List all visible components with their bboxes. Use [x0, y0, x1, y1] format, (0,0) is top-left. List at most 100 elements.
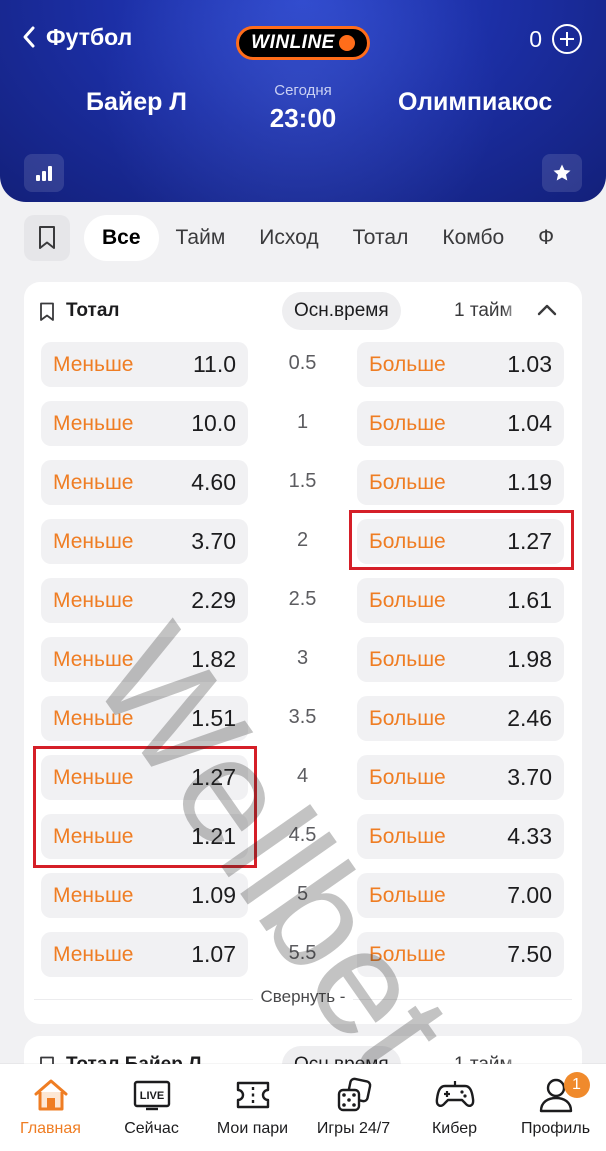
live-icon: LIVE — [132, 1076, 172, 1114]
under-odd-button[interactable]: Меньше 4.60 — [41, 460, 248, 505]
over-odd-button[interactable]: Больше 4.33 — [357, 814, 564, 859]
total-line: 5.5 — [288, 942, 317, 964]
plus-circle-icon[interactable] — [552, 24, 582, 54]
nav-games[interactable]: Игры 24/7 — [304, 1076, 404, 1138]
total-line: 4 — [296, 765, 309, 787]
dice-icon — [334, 1076, 374, 1114]
under-label: Меньше — [53, 352, 134, 376]
odds-row: Меньше 1.82 3 Больше 1.98 — [24, 635, 582, 694]
over-odd-value: 1.61 — [507, 587, 552, 613]
over-odd-button[interactable]: Больше 7.00 — [357, 873, 564, 918]
over-label: Больше — [369, 883, 446, 907]
nav-label-games: Игры 24/7 — [316, 1120, 391, 1137]
over-odd-button[interactable]: Больше 1.19 — [357, 460, 564, 505]
nav-cyber[interactable]: Кибер — [405, 1076, 505, 1138]
collapse-button[interactable]: Свернуть - — [24, 987, 582, 1007]
under-odd-value: 1.27 — [191, 764, 236, 790]
under-odd-value: 2.29 — [191, 587, 236, 613]
stats-button[interactable] — [24, 154, 64, 192]
over-odd-value: 1.19 — [507, 469, 552, 495]
over-label: Больше — [369, 824, 446, 848]
chevron-up-icon[interactable] — [536, 302, 558, 318]
over-odd-value: 7.50 — [507, 941, 552, 967]
over-odd-button[interactable]: Больше 1.61 — [357, 578, 564, 623]
home-icon — [31, 1076, 71, 1114]
over-odd-value: 1.27 — [507, 528, 552, 554]
over-odd-button[interactable]: Больше 1.27 — [357, 519, 564, 564]
odds-row: Меньше 2.29 2.5 Больше 1.61 — [24, 576, 582, 635]
under-odd-value: 11.0 — [192, 351, 236, 377]
market-card-total: Тотал Осн.время 1 тайм Меньше 11.0 0.5 Боль… — [24, 282, 582, 1024]
over-odd-value: 3.70 — [507, 764, 552, 790]
over-odd-value: 1.03 — [507, 351, 552, 377]
over-label: Больше — [369, 942, 446, 966]
period-first-half[interactable]: 1 тайм — [454, 300, 524, 322]
over-odd-button[interactable]: Больше 3.70 — [357, 755, 564, 800]
period-main-time[interactable]: Осн.время — [282, 292, 401, 330]
over-label: Больше — [369, 529, 446, 553]
total-line: 2.5 — [288, 588, 317, 610]
total-line: 3.5 — [288, 706, 317, 728]
coupon-counter[interactable]: 0 — [529, 24, 582, 54]
under-odd-button[interactable]: Меньше 1.07 — [41, 932, 248, 977]
team-away: Олимпиакос — [398, 88, 553, 116]
total-line: 1 — [296, 411, 309, 433]
under-odd-button[interactable]: Меньше 1.09 — [41, 873, 248, 918]
tab-handicap[interactable]: Ф — [521, 215, 571, 261]
logo-text: WINLINE — [251, 32, 335, 53]
under-odd-button[interactable]: Меньше 11.0 — [41, 342, 248, 387]
under-label: Меньше — [53, 824, 134, 848]
nav-profile[interactable]: 1 Профиль — [506, 1072, 606, 1138]
under-odd-value: 4.60 — [191, 469, 236, 495]
over-odd-button[interactable]: Больше 2.46 — [357, 696, 564, 741]
over-odd-button[interactable]: Больше 1.04 — [357, 401, 564, 446]
bottom-nav: Главная LIVE Сейчас Мои пари Игры 24/7 К… — [0, 1064, 606, 1151]
over-label: Больше — [369, 352, 446, 376]
under-odd-value: 3.70 — [191, 528, 236, 554]
total-line: 4.5 — [288, 824, 317, 846]
gamepad-icon — [435, 1076, 475, 1114]
tab-outcome[interactable]: Исход — [242, 215, 335, 261]
over-label: Больше — [369, 706, 446, 730]
under-label: Меньше — [53, 883, 134, 907]
nav-my-bets[interactable]: Мои пари — [203, 1076, 303, 1138]
odds-row: Меньше 4.60 1.5 Больше 1.19 — [24, 458, 582, 517]
bookmark-icon — [39, 226, 55, 249]
back-button[interactable]: Футбол — [20, 22, 132, 52]
over-label: Больше — [369, 588, 446, 612]
under-odd-button[interactable]: Меньше 1.21 — [41, 814, 248, 859]
over-odd-value: 7.00 — [507, 882, 552, 908]
over-odd-button[interactable]: Больше 1.03 — [357, 342, 564, 387]
odds-row: Меньше 1.09 5 Больше 7.00 — [24, 871, 582, 930]
under-odd-button[interactable]: Меньше 1.82 — [41, 637, 248, 682]
tab-all[interactable]: Все — [84, 215, 159, 261]
odds-row: Меньше 1.07 5.5 Больше 7.50 — [24, 930, 582, 989]
under-label: Меньше — [53, 942, 134, 966]
total-line: 5 — [296, 883, 309, 905]
tab-half[interactable]: Тайм — [159, 215, 243, 261]
saved-markets-button[interactable] — [24, 215, 70, 261]
under-label: Меньше — [53, 529, 134, 553]
collapse-label: Свернуть - — [252, 987, 354, 1006]
nav-live[interactable]: LIVE Сейчас — [102, 1076, 202, 1138]
over-odd-button[interactable]: Больше 1.98 — [357, 637, 564, 682]
under-odd-button[interactable]: Меньше 10.0 — [41, 401, 248, 446]
under-odd-button[interactable]: Меньше 3.70 — [41, 519, 248, 564]
under-odd-button[interactable]: Меньше 1.27 — [41, 755, 248, 800]
nav-home[interactable]: Главная — [1, 1076, 101, 1138]
favorite-button[interactable] — [542, 154, 582, 192]
bookmark-icon[interactable] — [38, 302, 56, 322]
under-odd-button[interactable]: Меньше 2.29 — [41, 578, 248, 623]
tab-total[interactable]: Тотал — [336, 215, 426, 261]
under-odd-button[interactable]: Меньше 1.51 — [41, 696, 248, 741]
under-label: Меньше — [53, 411, 134, 435]
star-icon — [553, 164, 571, 181]
under-odd-value: 1.21 — [191, 823, 236, 849]
over-odd-value: 1.04 — [507, 410, 552, 436]
under-label: Меньше — [53, 470, 134, 494]
market-card-header[interactable]: Тотал Осн.время 1 тайм — [24, 282, 582, 338]
tab-combo[interactable]: Комбо — [425, 215, 521, 261]
over-odd-button[interactable]: Больше 7.50 — [357, 932, 564, 977]
over-odd-value: 4.33 — [507, 823, 552, 849]
odds-row: Меньше 10.0 1 Больше 1.04 — [24, 399, 582, 458]
